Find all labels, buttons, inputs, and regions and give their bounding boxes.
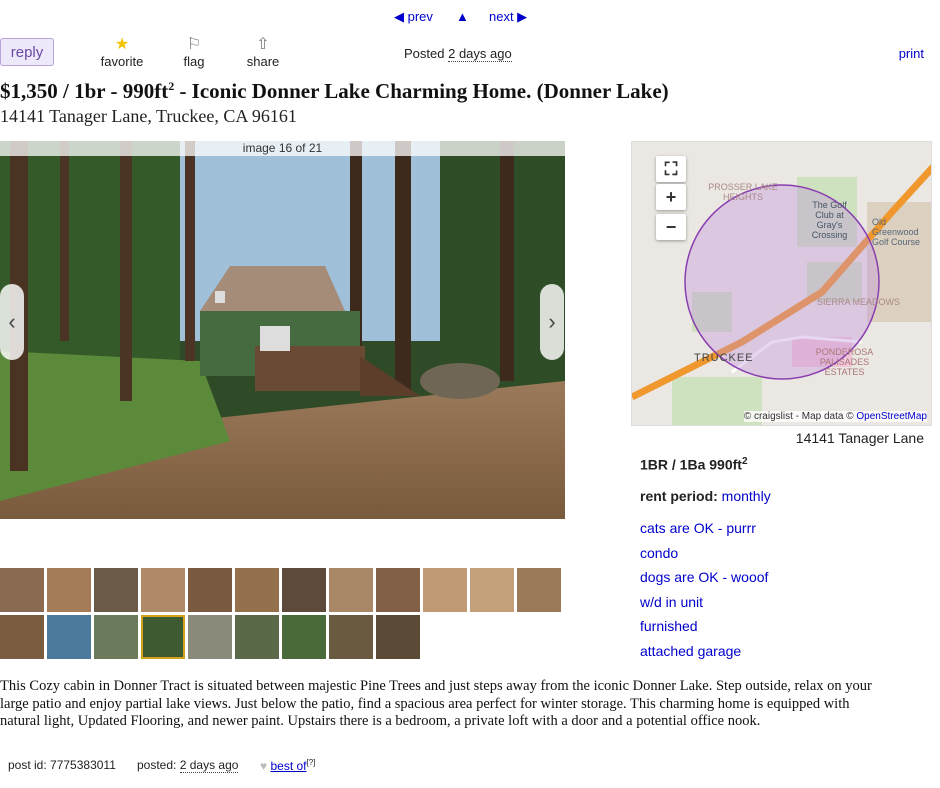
map-label-ponderosa: PONDEROSA PALISADES ESTATES [815,347,874,377]
title-text: - Iconic Donner Lake Charming Home. (Don… [174,79,669,103]
reply-button[interactable]: reply [0,38,54,66]
posted-label: Posted [404,46,445,61]
share-label: share [246,54,280,69]
thumbnail-image[interactable] [188,615,232,659]
favorite-button[interactable]: ★ favorite [92,36,152,69]
attribute-item[interactable]: condo [640,545,678,561]
thumbnail-image[interactable] [141,615,185,659]
post-id: post id: 7775383011 [8,758,116,772]
beds-baths-text: 1BR / 1Ba 990ft [640,456,742,473]
map-label-prosser: PROSSER LAKE HEIGHTS [708,182,778,202]
best-of-link[interactable]: best of [270,759,306,773]
thumbnail-image[interactable] [141,568,185,612]
favorite-label: favorite [100,54,144,69]
location-map[interactable]: ⛶ + − PROSSER LAKE HEIGHTS The Golf Club… [631,141,932,426]
rent-period-value[interactable]: monthly [722,488,771,504]
next-link[interactable]: next ▶ [489,9,527,25]
posting-address: 14141 Tanager Lane, Truckee, CA 96161 [0,106,297,126]
thumbnail-image[interactable] [0,615,44,659]
map-attribution: © craigslist - Map data © OpenStreetMap [743,411,927,422]
posting-body: This Cozy cabin in Donner Tract is situa… [0,678,930,731]
thumbnail-image[interactable] [282,615,326,659]
thumbnail-image[interactable] [376,615,420,659]
thumbnail-image[interactable] [94,615,138,659]
thumbnail-image[interactable] [329,568,373,612]
heart-icon: ♥ [260,759,268,773]
thumbnail-image[interactable] [188,568,232,612]
thumbnail-image[interactable] [282,568,326,612]
best-of: ♥ best of[?] [260,758,315,773]
fullscreen-button[interactable]: ⛶ [656,156,686,182]
attribute-item[interactable]: furnished [640,618,698,634]
up-link[interactable]: ▲ [456,9,469,24]
footer-posted-value: 2 days ago [179,758,239,773]
attribute-item[interactable]: cats are OK - purrr [640,520,756,536]
osm-link[interactable]: OpenStreetMap [856,411,927,422]
rent-period-label: rent period: [640,488,718,504]
best-of-help-link[interactable]: [?] [307,758,316,767]
thumbnail-image[interactable] [235,615,279,659]
thumbnail-image[interactable] [470,568,514,612]
posted-value: 2 days ago [448,46,512,62]
body-line: natural light, Updated Flooring, and new… [0,713,761,729]
thumbnail-image[interactable] [47,568,91,612]
beds-baths: 1BR / 1Ba 990ft2 [640,456,748,473]
thumbnail-image[interactable] [329,615,373,659]
posted-date: Posted 2 days ago [404,46,512,62]
zoom-out-icon: − [665,216,677,237]
flag-label: flag [183,54,205,69]
fullscreen-icon: ⛶ [664,158,678,179]
attribute-item[interactable]: w/d in unit [640,594,703,610]
star-icon: ★ [114,36,130,53]
gallery-next-button[interactable]: › [540,284,564,360]
thumbnail-image[interactable] [0,568,44,612]
image-counter: image 16 of 21 [0,141,565,156]
map-address: 14141 Tanager Lane [795,430,924,446]
thumbnail-image[interactable] [376,568,420,612]
title-price-size: $1,350 / 1br - 990ft [0,79,169,103]
zoom-in-button[interactable]: + [656,184,686,210]
attribute-item[interactable]: dogs are OK - wooof [640,569,768,585]
thumbnail-image[interactable] [423,568,467,612]
map-label-sierra: SIERRA MEADOWS [817,297,901,307]
footer-posted-label: posted: [137,758,177,772]
thumbnail-image[interactable] [235,568,279,612]
beds-sup: 2 [741,456,748,467]
map-attribution-text: © craigslist - Map data © [743,411,854,422]
flag-icon: ⚐ [186,36,202,53]
map-label-old-greenwood: Old Greenwood Golf Course [872,217,921,247]
map-label-golf: The Golf Club at Gray's Crossing [811,200,848,240]
main-photo [0,141,565,519]
post-navigation: ◀ prev ▲ next ▶ [0,6,940,26]
thumbnail-image[interactable] [94,568,138,612]
thumbnail-image[interactable] [47,615,91,659]
footer-posted: posted: 2 days ago [137,758,239,773]
attribute-item[interactable]: attached garage [640,643,741,659]
share-button[interactable]: ⇧ share [233,36,293,69]
thumbnail-image[interactable] [517,568,561,612]
body-line: This Cozy cabin in Donner Tract is situa… [0,678,872,694]
posting-title: $1,350 / 1br - 990ft2 - Iconic Donner La… [0,79,669,104]
share-icon: ⇧ [256,36,270,53]
print-link[interactable]: print [899,46,924,61]
body-line: large patio and enjoy partial lake views… [0,695,850,712]
map-label-truckee: TRUCKEE [694,352,754,364]
flag-button[interactable]: ⚐ flag [164,36,224,69]
prev-link[interactable]: ◀ prev [394,9,433,25]
gallery-prev-button[interactable]: ‹ [0,284,24,360]
rent-period: rent period: monthly [640,488,771,504]
zoom-out-button[interactable]: − [656,214,686,240]
zoom-in-icon: + [665,186,677,207]
